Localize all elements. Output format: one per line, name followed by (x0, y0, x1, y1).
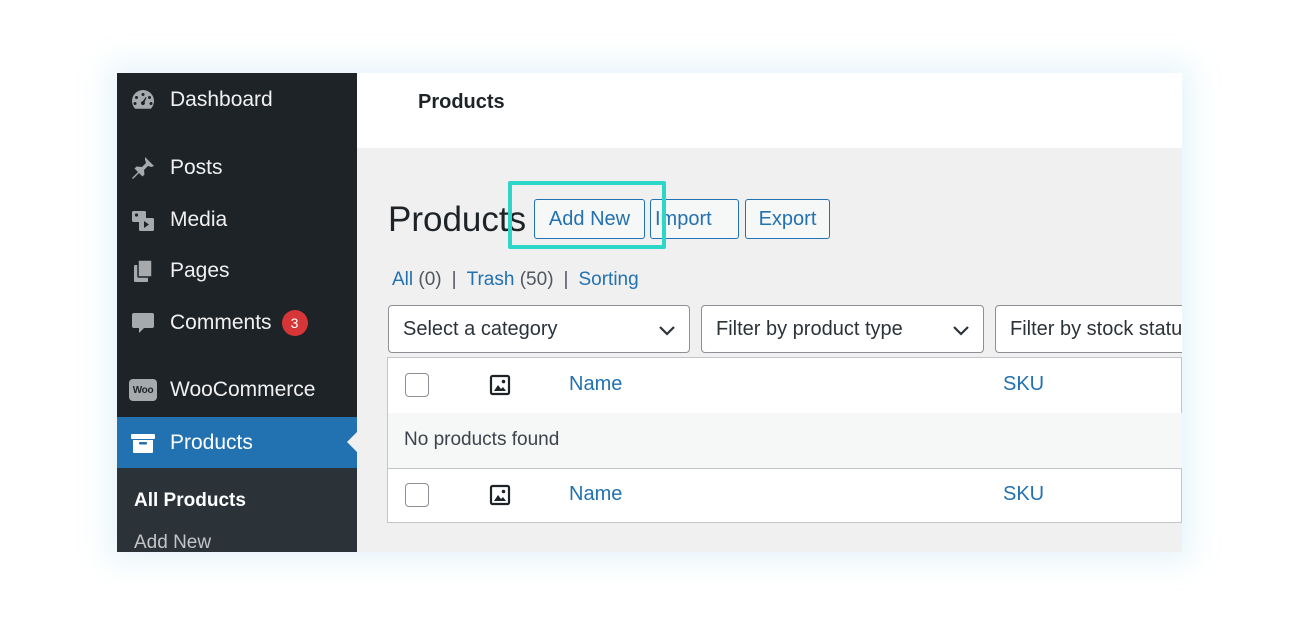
filter-sorting[interactable]: Sorting (578, 269, 638, 291)
select-all-checkbox[interactable] (405, 483, 429, 507)
sidebar-item-label: Comments (170, 311, 272, 334)
sidebar-item-media[interactable]: Media (117, 195, 357, 245)
empty-message: No products found (404, 429, 560, 450)
product-type-select[interactable]: Filter by product type (701, 305, 984, 353)
table-footer-row: Name SKU (388, 468, 1182, 523)
app-frame: Dashboard Posts Media Pages Comments 3 W… (117, 73, 1182, 552)
top-header: Products (357, 73, 1182, 148)
sidebar-item-pages[interactable]: Pages (117, 246, 357, 296)
select-all-checkbox[interactable] (405, 373, 429, 397)
sidebar-item-label: Dashboard (170, 88, 273, 111)
submenu-item-add-new[interactable]: Add New (134, 532, 211, 552)
sidebar-item-label: Products (170, 430, 253, 454)
products-table: Name SKU No products found Name SKU (387, 357, 1182, 523)
archive-icon (129, 429, 157, 457)
page-title: Products (388, 200, 527, 239)
image-icon (489, 484, 511, 506)
header-title: Products (418, 91, 505, 113)
column-name[interactable]: Name (569, 373, 622, 396)
import-button[interactable]: Import (650, 199, 739, 239)
separator: | (563, 269, 569, 290)
sidebar-item-woocommerce[interactable]: Woo WooCommerce (117, 365, 357, 415)
column-name[interactable]: Name (569, 483, 622, 506)
empty-row: No products found (388, 413, 1182, 469)
main-content: Products Add New Import Export All (0) |… (357, 148, 1182, 552)
submenu-item-all-products[interactable]: All Products (134, 490, 246, 512)
products-submenu: All Products Add New (117, 468, 357, 552)
woo-icon: Woo (129, 376, 157, 404)
sidebar-item-label: Posts (170, 156, 223, 179)
chevron-down-icon (659, 326, 675, 336)
column-sku[interactable]: SKU (1003, 483, 1044, 506)
category-select-value: Select a category (403, 317, 558, 340)
stock-status-select[interactable]: Filter by stock status (995, 305, 1182, 353)
sidebar-item-posts[interactable]: Posts (117, 143, 357, 193)
pages-icon (129, 257, 157, 285)
sidebar-item-dashboard[interactable]: Dashboard (117, 75, 357, 125)
dashboard-icon (129, 86, 157, 114)
stock-status-select-value: Filter by stock status (1010, 317, 1182, 340)
status-filter-links: All (0) | Trash (50) | Sorting (392, 269, 639, 291)
pin-icon (129, 154, 157, 182)
sidebar-item-label: Media (170, 208, 228, 231)
chevron-down-icon (953, 326, 969, 336)
filter-all[interactable]: All (0) (392, 269, 442, 291)
add-new-button[interactable]: Add New (534, 199, 645, 239)
product-type-select-value: Filter by product type (716, 317, 903, 340)
admin-sidebar: Dashboard Posts Media Pages Comments 3 W… (117, 73, 357, 552)
export-button[interactable]: Export (745, 199, 830, 239)
table-header-row: Name SKU (388, 358, 1182, 414)
sidebar-item-label: Pages (170, 259, 230, 282)
comment-count-badge: 3 (281, 310, 308, 336)
image-icon (489, 374, 511, 396)
media-icon (129, 206, 157, 234)
sidebar-item-label: WooCommerce (170, 378, 316, 401)
category-select[interactable]: Select a category (388, 305, 690, 353)
separator: | (451, 269, 457, 290)
sidebar-item-comments[interactable]: Comments 3 (117, 298, 357, 348)
filter-trash[interactable]: Trash (50) (467, 269, 554, 291)
column-sku[interactable]: SKU (1003, 373, 1044, 396)
sidebar-item-products[interactable]: Products (117, 417, 357, 468)
comment-icon (129, 309, 157, 337)
